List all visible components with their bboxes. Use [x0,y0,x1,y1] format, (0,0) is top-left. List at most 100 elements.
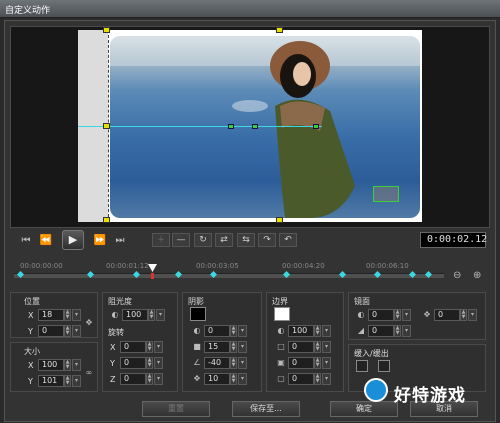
spin-buttons[interactable]: ▲ ▼ [64,359,71,371]
go-end-icon[interactable]: ⏭ [112,233,128,248]
rotation-x-input[interactable]: 0 [120,341,146,353]
keyframe-toggle[interactable]: ▾ [402,309,411,321]
keyframe-toggle[interactable]: ▾ [402,325,411,337]
watermark: 好特游戏 [394,386,466,406]
border-blur-input[interactable]: 0 [288,357,314,369]
opacity-input[interactable]: 100 [122,309,148,321]
spin-buttons[interactable]: ▲ ▼ [314,357,321,369]
border-opacity-input[interactable]: 100 [288,325,314,337]
border-opacity-icon: ◐ [277,326,285,335]
path-point[interactable] [252,124,258,129]
mirror-fade-input[interactable]: 0 [368,325,394,337]
keyframe-toggle[interactable]: ▾ [238,373,247,385]
spin-buttons[interactable]: ▲ ▼ [64,375,71,387]
spin-buttons[interactable]: ▲ ▼ [230,373,237,385]
opacity-title: 阻光度 [108,297,132,306]
spin-buttons[interactable]: ▲ ▼ [314,325,321,337]
keyframe-toggle[interactable]: ▾ [154,373,163,385]
mirror-opacity-input[interactable]: 0 [368,309,394,321]
shadow-color-swatch[interactable] [190,307,206,321]
move-left-keyframe-button[interactable]: ⇄ [215,233,233,247]
border-width-input[interactable]: 0 [288,341,314,353]
spin-buttons[interactable]: ▲ ▼ [146,357,153,369]
prev-frame-icon[interactable]: ⏪ [38,233,54,248]
keyframe-toggle[interactable]: ▾ [322,341,331,353]
shadow-opacity-input[interactable]: 0 [204,325,230,337]
keyframe-toggle[interactable]: ▾ [238,357,247,369]
timecode-display[interactable]: 0:00:02.12 [420,232,487,248]
mirror-move-icon[interactable]: ✥ [422,310,432,320]
selection-box[interactable] [373,186,399,202]
remove-keyframe-button[interactable]: — [172,233,190,247]
spin-buttons[interactable]: ▲ ▼ [394,309,401,321]
spin-buttons[interactable]: ▲ ▼ [146,341,153,353]
go-start-icon[interactable]: ⏮ [18,233,34,248]
size-x-input[interactable]: 100 [38,359,64,371]
position-x-input[interactable]: 18 [38,309,64,321]
keyframe-toggle[interactable]: ▾ [322,325,331,337]
keyframe-toggle[interactable]: ▾ [156,309,165,321]
spin-buttons[interactable]: ▲ ▼ [394,325,401,337]
resize-handle[interactable] [103,27,110,33]
keyframe-toggle[interactable]: ▾ [72,359,81,371]
keyframe-toggle[interactable]: ▾ [154,357,163,369]
keyframe-toggle[interactable]: ▾ [154,341,163,353]
move-right-keyframe-button[interactable]: ⇆ [237,233,255,247]
shadow-blur-icon: ■ [193,342,201,351]
spin-buttons[interactable]: ▲ ▼ [64,309,71,321]
zoom-out-icon[interactable]: ⊖ [453,270,461,281]
rotation-z-label: Z [110,375,116,384]
size-title: 大小 [24,347,40,356]
reset-button[interactable]: 重置 [142,401,210,417]
spin-buttons[interactable]: ▲ ▼ [460,309,467,321]
prev-keyframe-button[interactable]: ↷ [258,233,276,247]
resize-handle[interactable] [103,123,110,129]
spin-buttons[interactable]: ▲ ▼ [230,325,237,337]
shadow-angle-input[interactable]: -40 [204,357,230,369]
link-icon[interactable]: ∞ [84,368,94,378]
ruler-tick: 00:00:06:10 [366,262,409,270]
next-keyframe-button[interactable]: ↶ [279,233,297,247]
spin-buttons[interactable]: ▲ ▼ [314,373,321,385]
keyframe-toggle[interactable]: ▾ [72,325,81,337]
keyframe-toggle[interactable]: ▾ [238,325,247,337]
add-keyframe-button[interactable]: + [152,233,170,247]
zoom-in-icon[interactable]: ⊕ [473,270,481,281]
size-y-input[interactable]: 101 [38,375,64,387]
ease-out-icon[interactable] [378,360,390,372]
border-color-swatch[interactable] [274,307,290,321]
resize-handle[interactable] [276,27,283,33]
position-y-input[interactable]: 0 [38,325,64,337]
spin-buttons[interactable]: ▲ ▼ [230,357,237,369]
resize-handle[interactable] [103,217,110,223]
shadow-angle-icon: ∠ [193,358,201,367]
keyframe-toggle[interactable]: ▾ [238,341,247,353]
spin-buttons[interactable]: ▲ ▼ [148,309,155,321]
ease-in-icon[interactable] [356,360,368,372]
reverse-keyframe-button[interactable]: ↻ [194,233,212,247]
keyframe-toggle[interactable]: ▾ [322,373,331,385]
spin-buttons[interactable]: ▲ ▼ [230,341,237,353]
keyframe-toggle[interactable]: ▾ [72,375,81,387]
spin-buttons[interactable]: ▲ ▼ [146,373,153,385]
border-radius-input[interactable]: 0 [288,373,314,385]
next-frame-icon[interactable]: ⏩ [92,233,108,248]
keyframe-toggle[interactable]: ▾ [322,357,331,369]
path-point[interactable] [313,124,319,129]
shadow-distance-input[interactable]: 10 [204,373,230,385]
save-to-button[interactable]: 保存至... [232,401,300,417]
path-point[interactable] [228,124,234,129]
move-icon[interactable]: ✥ [84,318,94,328]
spin-buttons[interactable]: ▲ ▼ [314,341,321,353]
keyframe-toggle[interactable]: ▾ [468,309,477,321]
rotation-y-input[interactable]: 0 [120,357,146,369]
resize-handle[interactable] [276,217,283,223]
ruler-tick: 00:00:03:05 [196,262,239,270]
playhead-marker [151,273,154,279]
shadow-blur-input[interactable]: 15 [204,341,230,353]
rotation-z-input[interactable]: 0 [120,373,146,385]
spin-buttons[interactable]: ▲ ▼ [64,325,71,337]
play-button[interactable]: ▶ [62,230,84,250]
mirror-offset-input[interactable]: 0 [434,309,460,321]
keyframe-toggle[interactable]: ▾ [72,309,81,321]
